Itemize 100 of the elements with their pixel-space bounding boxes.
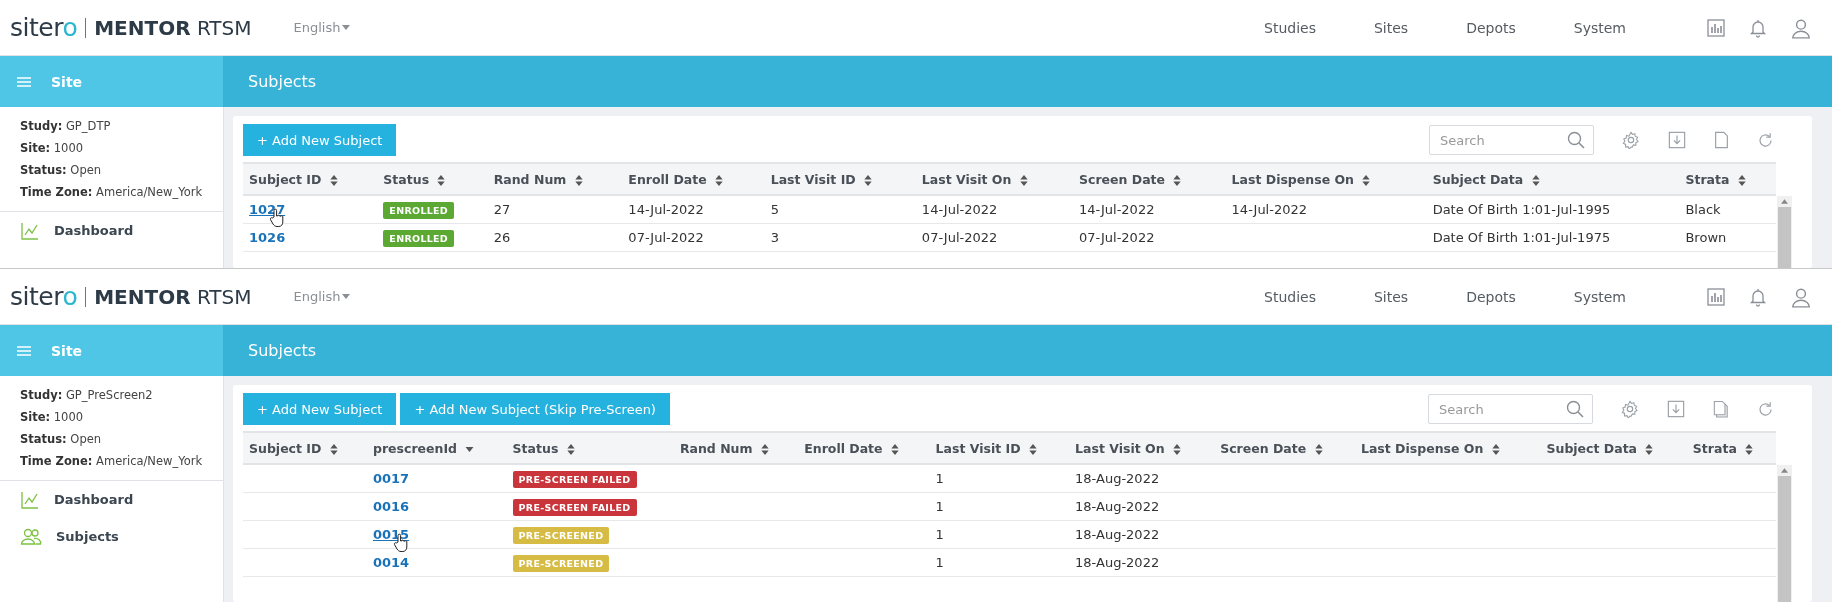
column-header[interactable]: Enroll Date xyxy=(622,163,765,195)
table-cell: 18-Aug-2022 xyxy=(1075,499,1160,514)
column-header[interactable]: Subject ID xyxy=(243,432,367,464)
column-header[interactable]: Last Visit ID xyxy=(929,432,1070,464)
nav-link[interactable]: Studies xyxy=(1264,19,1316,36)
status-badge: PRE-SCREEN FAILED xyxy=(512,471,637,488)
subject-id-link[interactable]: 0015 xyxy=(373,527,410,542)
download-icon[interactable] xyxy=(1667,400,1685,418)
column-header[interactable]: Screen Date xyxy=(1073,163,1226,195)
menu-icon[interactable] xyxy=(17,76,31,87)
menu-icon[interactable] xyxy=(17,345,31,356)
table-cell: 18-Aug-2022 xyxy=(1075,555,1160,570)
column-header[interactable]: Screen Date xyxy=(1214,432,1355,464)
nav-link[interactable]: Sites xyxy=(1373,288,1409,305)
search-field[interactable]: Search xyxy=(1429,125,1594,155)
column-header[interactable]: Last Dispense On xyxy=(1225,163,1427,195)
sort-icon xyxy=(715,174,724,186)
nav-link[interactable]: Depots xyxy=(1466,288,1516,305)
table-cell: 18-Aug-2022 xyxy=(1075,527,1160,542)
sort-icon xyxy=(1737,174,1746,186)
site-info-line: Site: 1000 xyxy=(20,140,85,157)
column-header[interactable]: Status xyxy=(506,432,674,464)
column-header[interactable]: Rand Num xyxy=(673,432,799,464)
subject-id-link[interactable]: 0014 xyxy=(373,555,410,570)
site-info-line: Study: GP_PreScreen2 xyxy=(20,387,154,404)
status-badge: ENROLLED xyxy=(383,230,455,247)
table-cell: Date Of Birth 1:01-Jul-1975 xyxy=(1432,230,1611,245)
page-title: Subjects xyxy=(248,72,317,91)
column-header[interactable]: Enroll Date xyxy=(798,432,930,464)
bell-icon[interactable] xyxy=(1748,17,1768,38)
caret-icon xyxy=(342,294,351,299)
table-cell: 1 xyxy=(935,499,944,514)
download-icon[interactable] xyxy=(1668,131,1686,149)
column-header[interactable]: Last Visit On xyxy=(915,163,1073,195)
refresh-icon[interactable] xyxy=(1757,131,1774,149)
table-cell: 18-Aug-2022 xyxy=(1075,471,1160,486)
nav-link[interactable]: System xyxy=(1573,19,1626,36)
sort-icon xyxy=(1531,174,1540,186)
sort-icon xyxy=(1172,443,1181,455)
sidebar-item[interactable]: Dashboard xyxy=(0,212,223,249)
scroll-up-arrow-icon[interactable] xyxy=(1781,468,1788,473)
report-icon[interactable] xyxy=(1706,286,1726,307)
caret-icon xyxy=(342,25,351,30)
sort-icon xyxy=(1019,174,1028,186)
column-header[interactable]: Last Dispense On xyxy=(1354,432,1541,464)
sidebar-item[interactable]: Subjects xyxy=(0,518,223,555)
nav-link[interactable]: System xyxy=(1573,288,1626,305)
search-icon xyxy=(1566,400,1584,418)
sort-icon xyxy=(1491,443,1500,455)
sort-descending-icon xyxy=(465,446,475,452)
refresh-icon[interactable] xyxy=(1757,400,1774,418)
column-header[interactable]: Last Visit ID xyxy=(764,163,916,195)
table-cell: Brown xyxy=(1685,230,1727,245)
sort-icon xyxy=(1362,174,1371,186)
sidebar-item[interactable]: Dashboard xyxy=(0,481,223,518)
column-header[interactable]: Subject Data xyxy=(1426,163,1680,195)
table-cell: 07-Jul-2022 xyxy=(1079,230,1155,245)
column-header[interactable]: Status xyxy=(377,163,488,195)
sort-icon xyxy=(329,174,338,186)
sort-icon xyxy=(1745,443,1754,455)
column-header[interactable]: Subject Data xyxy=(1540,432,1687,464)
page-title: Subjects xyxy=(248,341,317,360)
nav-link[interactable]: Sites xyxy=(1373,19,1409,36)
subject-id-link[interactable]: 0016 xyxy=(373,499,410,514)
site-info-line: Status: Open xyxy=(20,431,103,448)
column-header[interactable]: prescreenId xyxy=(367,432,507,464)
report-icon[interactable] xyxy=(1706,17,1726,38)
status-badge: ENROLLED xyxy=(383,202,455,219)
logo-wordmark: sitero xyxy=(10,13,79,42)
settings-icon[interactable] xyxy=(1622,131,1640,149)
table-cell: 14-Jul-2022 xyxy=(628,202,704,217)
site-info-line: Status: Open xyxy=(20,162,103,179)
product-name: MENTOR RTSM xyxy=(85,17,252,38)
table-cell: 1 xyxy=(935,555,944,570)
status-badge: PRE-SCREENED xyxy=(512,555,610,572)
column-header[interactable]: Last Visit On xyxy=(1069,432,1215,464)
sort-icon xyxy=(329,443,338,455)
table-cell: 14-Jul-2022 xyxy=(1079,202,1155,217)
scroll-up-arrow-icon[interactable] xyxy=(1781,199,1788,204)
nav-link[interactable]: Depots xyxy=(1466,19,1516,36)
column-header[interactable]: Rand Num xyxy=(487,163,623,195)
subject-id-link[interactable]: 1027 xyxy=(249,202,286,217)
search-field[interactable]: Search xyxy=(1428,394,1593,424)
bell-icon[interactable] xyxy=(1748,286,1768,307)
line-chart-icon xyxy=(20,220,40,241)
table-cell: 26 xyxy=(493,230,511,245)
document-icon[interactable] xyxy=(1714,131,1729,149)
table-cell: 27 xyxy=(493,202,511,217)
column-header[interactable]: Strata xyxy=(1679,163,1776,195)
nav-link[interactable]: Studies xyxy=(1264,288,1316,305)
copy-icon[interactable] xyxy=(1713,400,1729,418)
column-header[interactable]: Subject ID xyxy=(243,163,378,195)
sort-icon xyxy=(890,443,899,455)
site-info-line: Site: 1000 xyxy=(20,409,85,426)
sort-icon xyxy=(1645,443,1654,455)
settings-icon[interactable] xyxy=(1621,400,1639,418)
subject-id-link[interactable]: 0017 xyxy=(373,471,410,486)
sort-icon xyxy=(760,443,769,455)
column-header[interactable]: Strata xyxy=(1686,432,1776,464)
subject-id-link[interactable]: 1026 xyxy=(249,230,286,245)
